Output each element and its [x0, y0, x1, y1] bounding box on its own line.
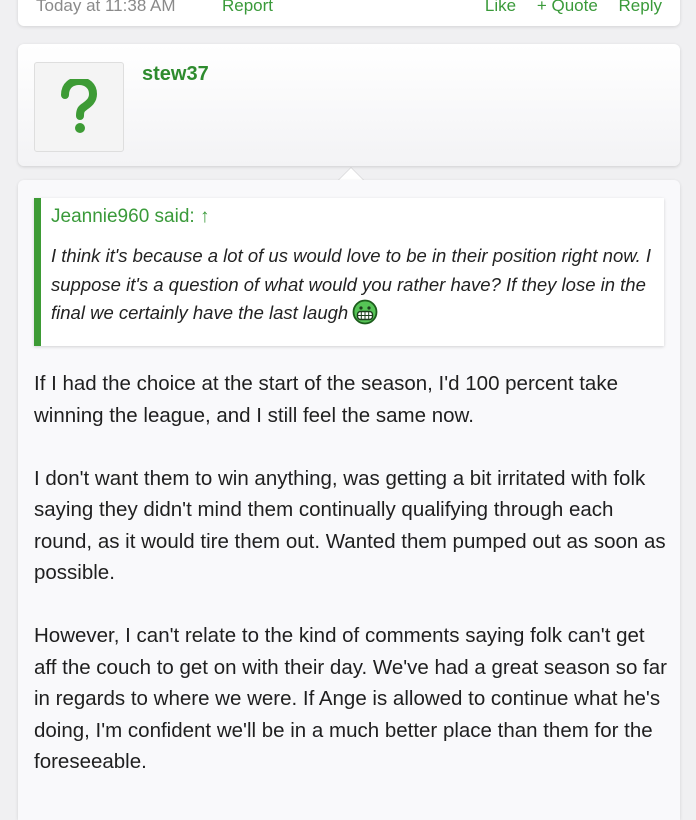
user-info-card: stew37	[18, 44, 680, 166]
post-paragraph: If I had the choice at the start of the …	[34, 372, 618, 427]
avatar[interactable]	[34, 62, 124, 152]
like-link[interactable]: Like	[485, 0, 516, 15]
message-body: Jeannie960 said: ↑ I think it's because …	[18, 180, 680, 820]
previous-post-footer-card: Today at 11:38 AM Report Like + Quote Re…	[18, 0, 680, 26]
username[interactable]: stew37	[142, 63, 209, 86]
question-mark-icon	[61, 79, 98, 133]
quote-text: I think it's because a lot of us would l…	[51, 245, 651, 323]
grin-emoji-icon	[352, 299, 378, 334]
post-actions: Like + Quote Reply	[469, 0, 662, 16]
post-date: Today at 11:38 AM	[36, 0, 176, 15]
post-paragraph: However, I can't relate to the kind of c…	[34, 624, 667, 773]
quote-block: Jeannie960 said: ↑ I think it's because …	[34, 198, 664, 346]
post-text: If I had the choice at the start of the …	[34, 368, 670, 809]
report-link[interactable]: Report	[222, 0, 273, 16]
quote-link[interactable]: + Quote	[537, 0, 598, 15]
reply-link[interactable]: Reply	[619, 0, 662, 15]
previous-post-footer: Today at 11:38 AM Report Like + Quote Re…	[36, 0, 662, 18]
quote-content: I think it's because a lot of us would l…	[51, 242, 655, 334]
post-paragraph: I don't want them to win anything, was g…	[34, 466, 666, 585]
quote-author-link[interactable]: Jeannie960 said: ↑	[51, 206, 209, 228]
